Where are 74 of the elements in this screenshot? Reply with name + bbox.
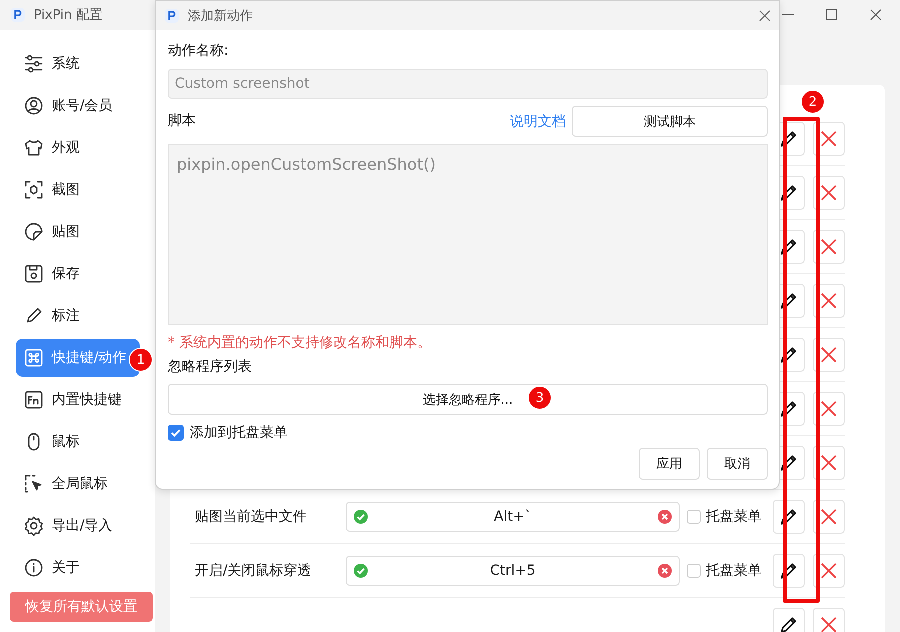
sidebar-item[interactable]: 全局鼠标 [16, 465, 139, 503]
tray-checkbox-label: 添加到托盘菜单 [190, 424, 288, 442]
close-icon[interactable] [759, 10, 771, 22]
delete-x-icon [820, 508, 838, 526]
dialog-title: 添加新动作 [188, 8, 254, 24]
shortcut-field[interactable]: Ctrl+5 [346, 556, 680, 586]
sidebar-item[interactable]: 关于 [16, 549, 139, 587]
sidebar-item[interactable]: 标注 [16, 297, 139, 335]
shirt-icon [24, 138, 44, 158]
ignore-list-label: 忽略程序列表 [168, 358, 253, 377]
delete-x-icon [820, 346, 838, 364]
delete-x-icon [820, 184, 838, 202]
sidebar-item[interactable]: 保存 [16, 255, 139, 293]
delete-x-icon [820, 454, 838, 472]
delete-x-icon [820, 616, 838, 632]
sidebar-item[interactable]: 系统 [16, 45, 139, 83]
gear-icon [24, 516, 44, 536]
pencil-icon [779, 182, 799, 202]
tray-menu-label: 托盘菜单 [706, 562, 762, 580]
maximize-icon[interactable] [826, 9, 838, 21]
capture-frame-icon [24, 180, 44, 200]
pencil-icon [779, 614, 799, 632]
tray-checkbox[interactable] [168, 425, 184, 441]
close-icon[interactable] [870, 9, 882, 21]
pencil-icon [779, 128, 799, 148]
warning-text: * 系统内置的动作不支持修改名称和脚本。 [168, 334, 432, 352]
sidebar-item[interactable]: 鼠标 [16, 423, 139, 461]
check-icon [170, 427, 182, 439]
pencil-icon [779, 560, 799, 580]
pencil-icon [779, 506, 799, 526]
app-logo-icon [10, 7, 26, 23]
pencil-icon [779, 344, 799, 364]
cursor-selection-icon [24, 474, 44, 494]
delete-button[interactable] [813, 608, 845, 632]
dialog-button[interactable]: 应用 [639, 448, 700, 480]
dialog-button[interactable]: 取消 [707, 448, 768, 480]
delete-x-icon [820, 238, 838, 256]
sidebar-item[interactable]: 外观 [16, 129, 139, 167]
sidebar-item[interactable]: 内置快捷键 [16, 381, 139, 419]
sidebar-item[interactable]: 导出/导入 [16, 507, 139, 545]
sidebar-item[interactable]: 账号/会员 [16, 87, 139, 125]
sticker-icon [24, 222, 44, 242]
clear-icon[interactable] [658, 510, 672, 524]
shortcut-field[interactable]: Alt+` [346, 502, 680, 532]
action-name: 开启/关闭鼠标穿透 [195, 562, 313, 580]
tray-menu-checkbox[interactable] [687, 510, 701, 524]
sidebar-item[interactable]: 贴图 [16, 213, 139, 251]
pencil-icon [779, 398, 799, 418]
user-icon [24, 96, 44, 116]
fn-key-icon [24, 390, 44, 410]
sliders-icon [24, 54, 44, 74]
delete-x-icon [820, 292, 838, 310]
delete-x-icon [820, 562, 838, 580]
action-name: 贴图当前选中文件 [195, 508, 308, 526]
pencil-icon [779, 290, 799, 310]
info-icon [24, 558, 44, 578]
sidebar-item[interactable]: 截图 [16, 171, 139, 209]
action-name-label: 动作名称: [168, 42, 230, 61]
script-label: 脚本 [168, 112, 197, 130]
delete-x-icon [820, 400, 838, 418]
shortcut-value: Alt+` [493, 508, 533, 524]
tray-menu-checkbox[interactable] [687, 564, 701, 578]
command-key-icon [24, 348, 44, 368]
window-title: PixPin 配置 [34, 7, 102, 24]
tray-menu-label: 托盘菜单 [706, 508, 762, 526]
pencil-icon [779, 452, 799, 472]
clear-icon[interactable] [658, 564, 672, 578]
shortcut-value: Ctrl+5 [489, 562, 537, 578]
app-logo-icon [164, 8, 180, 24]
pencil-icon [779, 236, 799, 256]
docs-link[interactable]: 说明文档 [510, 112, 566, 130]
test-script-button[interactable]: 测试脚本 [572, 106, 768, 137]
edit-button[interactable] [773, 608, 805, 632]
delete-x-icon [820, 130, 838, 148]
